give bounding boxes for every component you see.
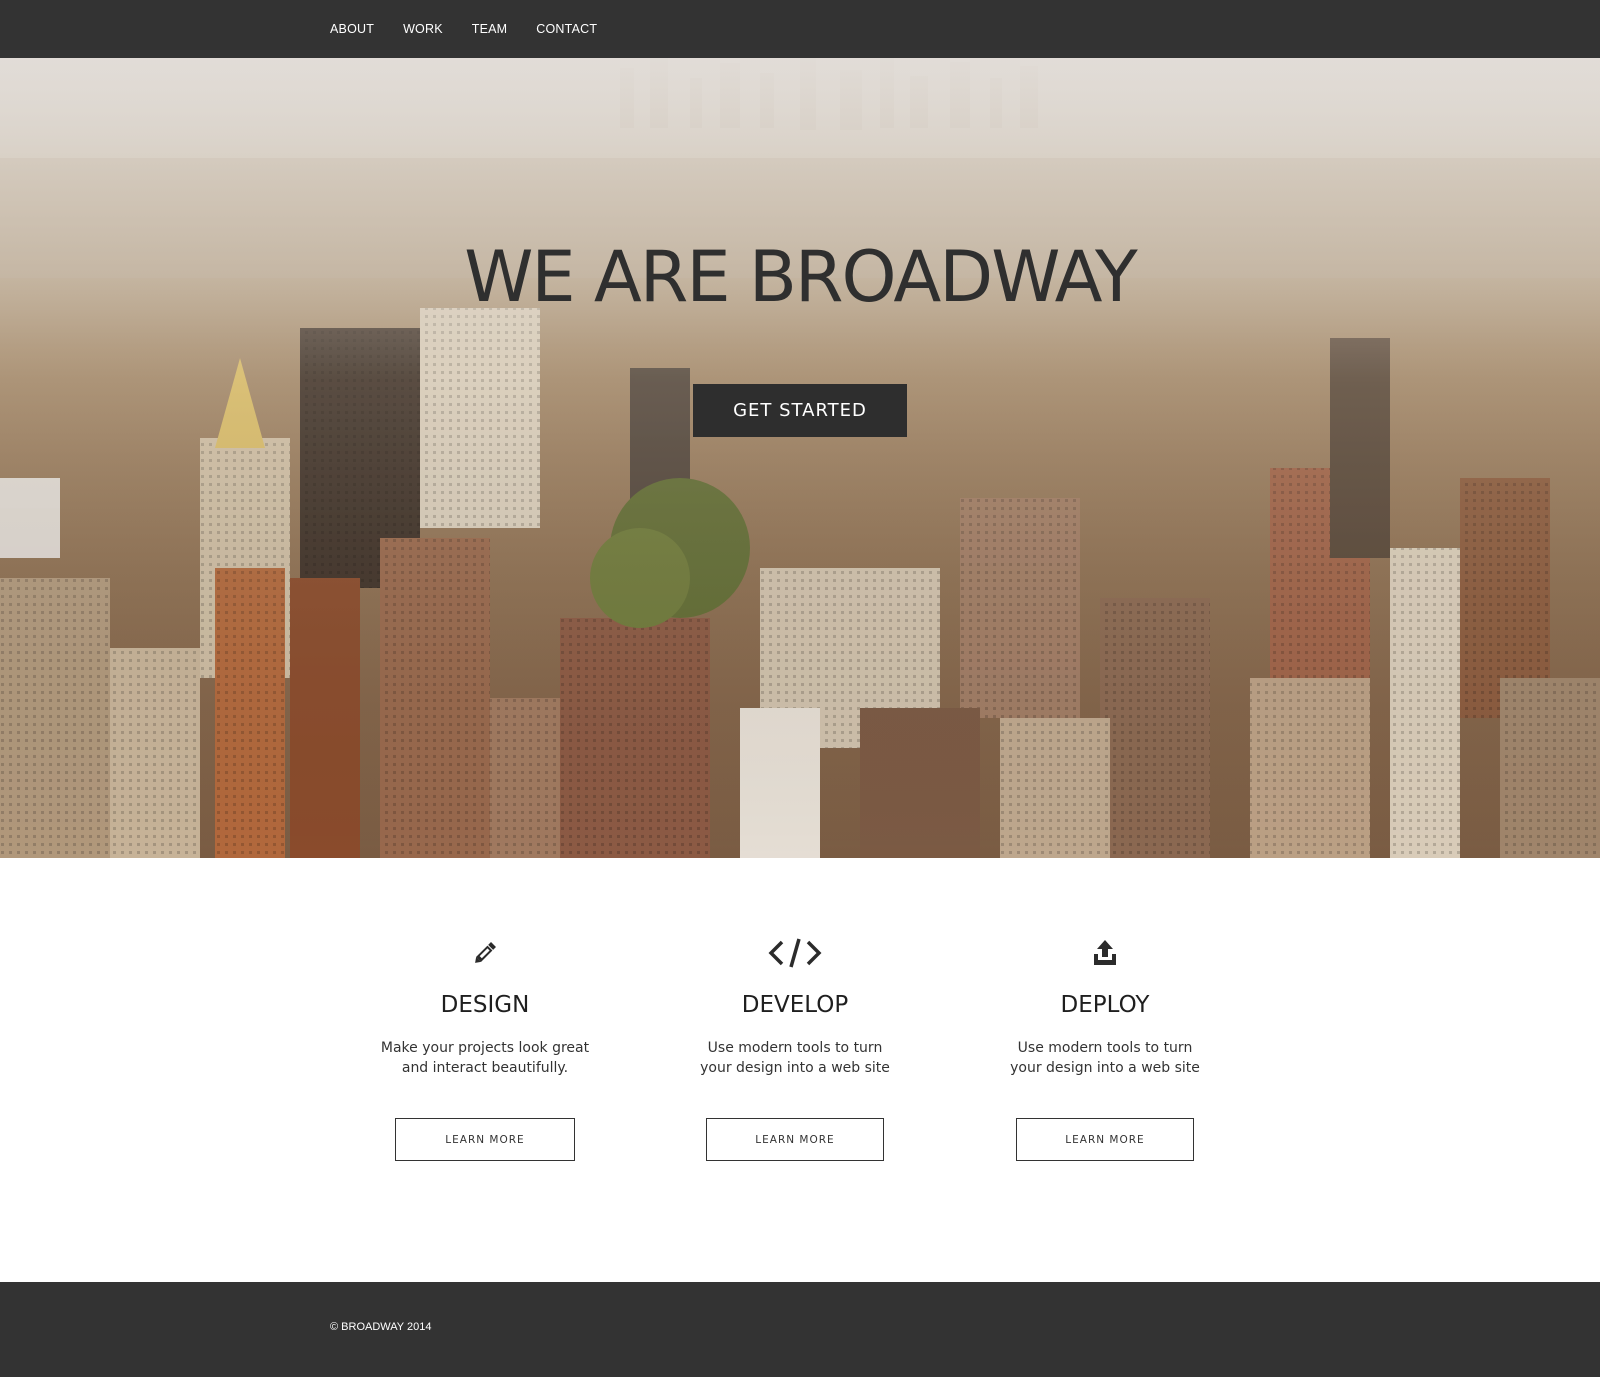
nav-link-team[interactable]: TEAM	[472, 22, 508, 36]
get-started-button[interactable]: GET STARTED	[693, 384, 907, 437]
pencil-icon	[355, 936, 615, 970]
nav-item-contact: CONTACT	[536, 20, 597, 38]
learn-more-button[interactable]: LEARN MORE	[395, 1118, 575, 1161]
service-title: DEPLOY	[1060, 992, 1150, 1018]
nav-link-about[interactable]: ABOUT	[330, 22, 374, 36]
service-description: Use modern tools to turn your design int…	[700, 1040, 890, 1076]
nav-link-work[interactable]: WORK	[403, 22, 443, 36]
learn-more-button[interactable]: LEARN MORE	[1016, 1118, 1194, 1161]
nav-item-team: TEAM	[472, 20, 508, 38]
code-icon	[665, 936, 925, 970]
hero-title: WE ARE BROADWAY	[464, 236, 1138, 318]
upload-icon	[975, 936, 1235, 970]
service-title: DESIGN	[440, 992, 530, 1018]
nav-item-work: WORK	[403, 20, 443, 38]
service-description: Use modern tools to turn your design int…	[1010, 1040, 1200, 1076]
nav-link-contact[interactable]: CONTACT	[536, 22, 597, 36]
service-description: Make your projects look great and intera…	[380, 1040, 590, 1076]
footer: © BROADWAY 2014	[0, 1282, 1600, 1377]
service-title: DEVELOP	[741, 992, 849, 1018]
nav-menu: ABOUT WORK TEAM CONTACT	[330, 0, 626, 58]
hero-background-image	[0, 58, 1600, 858]
hero-section: WE ARE BROADWAY GET STARTED	[0, 58, 1600, 858]
nav-item-about: ABOUT	[330, 20, 374, 38]
copyright-text: © BROADWAY 2014	[330, 1321, 432, 1333]
services-section: DESIGN Make your projects look great and…	[0, 858, 1600, 1282]
top-navigation: ABOUT WORK TEAM CONTACT	[0, 0, 1600, 58]
learn-more-button[interactable]: LEARN MORE	[706, 1118, 884, 1161]
